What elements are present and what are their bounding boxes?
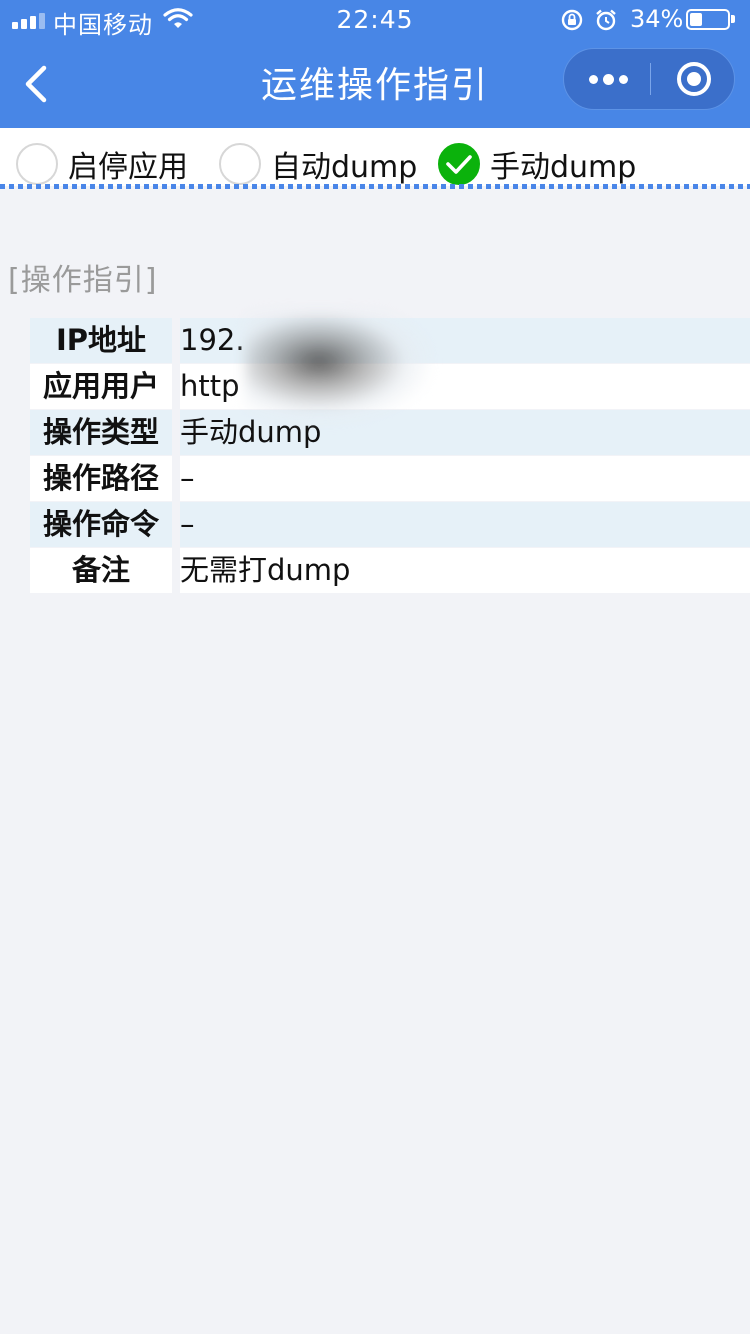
row-key: 操作路径 [30, 456, 172, 501]
alarm-icon [596, 9, 616, 31]
battery-level-fill [690, 13, 702, 26]
table-row: 操作命令 – [30, 502, 750, 548]
radio-unchecked-icon [219, 143, 261, 185]
more-dot-icon [619, 75, 628, 84]
row-key: 备注 [30, 548, 172, 593]
radio-checked-icon [438, 143, 480, 185]
radio-start-stop-app[interactable]: 启停应用 [16, 142, 188, 186]
operation-guide-table: IP地址 192. 应用用户 http 操作类型 手动dump 操作路径 – 操… [30, 312, 750, 594]
row-key: 应用用户 [30, 364, 172, 409]
row-value: 无需打dump [180, 548, 750, 593]
radio-unchecked-icon [16, 143, 58, 185]
mini-program-capsule [563, 48, 735, 110]
radio-label: 自动dump [271, 150, 418, 185]
battery-icon [686, 9, 730, 30]
table-row: 备注 无需打dump [30, 548, 750, 594]
section-title: [操作指引] [8, 263, 158, 298]
battery-tip [731, 15, 735, 23]
row-key: 操作类型 [30, 410, 172, 455]
radio-manual-dump[interactable]: 手动dump [438, 142, 636, 186]
radio-auto-dump[interactable]: 自动dump [219, 142, 417, 186]
more-dot-icon [589, 75, 598, 84]
more-menu-button[interactable] [564, 49, 650, 109]
more-dot-icon [603, 74, 614, 85]
rotation-lock-icon [561, 9, 583, 31]
target-dot-icon [687, 72, 701, 86]
close-mini-program-button[interactable] [651, 49, 735, 109]
redaction-blur [245, 312, 430, 422]
row-key: IP地址 [30, 318, 172, 363]
table-row: 操作路径 – [30, 456, 750, 502]
row-value: – [180, 456, 750, 501]
operation-type-radio-group: 启停应用 自动dump 手动dump [0, 128, 750, 186]
dotted-divider [0, 184, 750, 189]
row-value: – [180, 502, 750, 547]
nav-header: 中国移动 22:45 34% 运维操作指引 [0, 0, 750, 128]
battery-percent: 34% [630, 5, 684, 33]
radio-label: 启停应用 [68, 150, 188, 185]
radio-label: 手动dump [490, 150, 637, 185]
status-bar: 中国移动 22:45 34% [0, 0, 750, 40]
row-key: 操作命令 [30, 502, 172, 547]
